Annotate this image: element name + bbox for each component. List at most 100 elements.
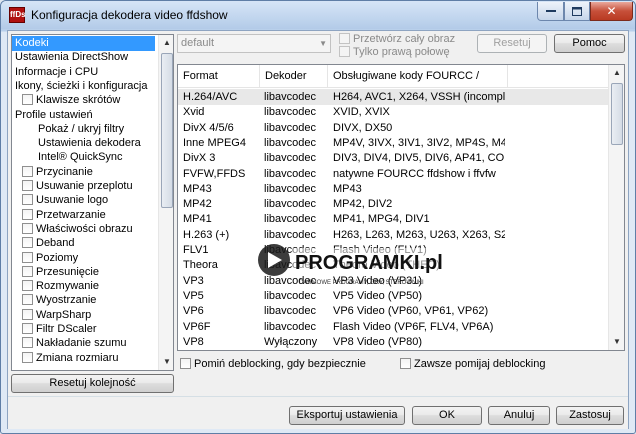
skip-deblock-safe-checkbox[interactable]: Pomiń deblocking, gdy bezpiecznie [180,358,366,371]
checkbox-box[interactable] [22,165,33,177]
scroll-down-icon[interactable]: ▼ [609,334,624,350]
sidebar-item-label: Deband [36,237,75,250]
minimize-button[interactable] [537,2,564,21]
table-row[interactable]: VP6 libavcodec VP6 Video (VP60, VP61, VP62… [178,303,608,319]
scroll-up-icon[interactable]: ▲ [609,65,624,81]
scrollbar-thumb[interactable] [161,53,173,208]
checkbox-box[interactable] [22,222,33,234]
sidebar-item[interactable]: Intel® QuickSync [38,150,123,165]
sidebar-item[interactable]: Poziomy [22,251,78,266]
always-skip-deblock-label: Zawsze pomijaj deblocking [414,358,546,370]
checkbox-box[interactable] [22,280,33,292]
right-half-checkbox[interactable]: Tylko prawą połowę [339,46,450,59]
checkbox-box[interactable] [22,265,33,277]
svg-text:PROGRAMKI.pl: PROGRAMKI.pl [295,252,443,274]
sidebar-item[interactable]: Kodeki [12,36,155,51]
sidebar-item[interactable]: Informacje i CPU [15,65,98,80]
sidebar-item-label: Przetwarzanie [36,208,106,221]
table-row[interactable]: VP5 libavcodec VP5 Video (VP50) [178,288,608,304]
table-row[interactable]: Inne MPEG4 libavcodec MP4V, 3IVX, 3IV1, 3I… [178,135,608,151]
checkbox-box[interactable] [22,308,33,320]
settings-tree[interactable]: ▲ ▼ Kodeki Ustawienia DirectShow Informacj… [11,34,174,371]
format-cell: MP42 [183,198,212,211]
checkbox-box[interactable] [22,237,33,249]
format-cell: FVFW,FFDS [183,167,246,180]
checkbox-box[interactable] [22,351,33,363]
cancel-button[interactable]: Anuluj [488,406,550,425]
table-row[interactable]: VP8 Wyłączony VP8 Video (VP80) [178,334,608,350]
sidebar-item[interactable]: Przetwarzanie [22,208,106,223]
export-settings-button[interactable]: Eksportuj ustawienia [289,406,405,425]
always-skip-deblock-checkbox[interactable]: Zawsze pomijaj deblocking [400,358,545,371]
decoder-cell: libavcodec [264,136,316,149]
title-bar[interactable]: ffDs Konfiguracja dekodera video ffdshow… [1,1,635,29]
apply-button[interactable]: Zastosuj [556,406,624,425]
sidebar-item[interactable]: Właściwości obrazu [22,222,133,237]
format-cell: VP5 [183,289,204,302]
table-row[interactable]: DivX 3 libavcodec DIV3, DIV4, DIV5, DIV6, … [178,150,608,166]
sidebar-item[interactable]: Profile ustawień [15,108,93,123]
sidebar-item-label: Informacje i CPU [15,65,99,78]
table-row[interactable]: H.264/AVC libavcodec H264, AVC1, X264, VSS… [178,89,608,105]
reset-order-button[interactable]: Resetuj kolejność [11,374,174,393]
decoder-cell: libavcodec [264,106,316,119]
reset-button[interactable]: Resetuj [477,34,547,53]
sidebar-item[interactable]: Przesunięcie [22,265,99,280]
sidebar-item[interactable]: Deband [22,236,75,251]
sidebar-item[interactable]: Ustawienia DirectShow [15,50,128,65]
checkbox-box[interactable] [22,180,33,191]
sidebar-item[interactable]: Wyostrzanie [22,293,96,308]
sidebar-item[interactable]: Ikony, ścieżki i konfiguracja [15,79,147,94]
table-scrollbar[interactable]: ▲ ▼ [608,65,624,350]
column-header-fourcc[interactable]: Obsługiwane kody FOURCC / uwagi [328,65,508,105]
decoder-cell: Wyłączony [264,335,318,348]
codec-table[interactable]: Format Dekoder Obsługiwane kody FOURCC /… [177,64,625,351]
scroll-up-icon[interactable]: ▲ [159,35,173,51]
checkbox-box[interactable] [22,323,33,334]
fourcc-cell: MP41, MPG4, DIV1 [333,213,430,226]
tree-scrollbar[interactable]: ▲ ▼ [158,35,173,370]
table-row[interactable]: VP6F libavcodec Flash Video (VP6F, FLV4, V… [178,319,608,335]
decoder-cell: libavcodec [264,305,316,318]
sidebar-item[interactable]: Ustawienia dekodera [38,136,141,151]
sidebar-item[interactable]: Usuwanie logo [22,193,108,208]
checkbox-box[interactable] [22,194,33,206]
checkbox-box[interactable] [22,294,33,306]
sidebar-item[interactable]: Filtr DScaler [22,322,97,337]
sidebar-item[interactable]: WarpSharp [22,308,91,323]
column-header-decoder[interactable]: Dekoder [260,65,328,88]
dialog-client-area: ▲ ▼ Kodeki Ustawienia DirectShow Informacj… [7,30,629,429]
sidebar-item[interactable]: Klawisze skrótów [22,93,120,108]
maximize-button[interactable] [564,2,590,21]
checkbox-box[interactable] [22,251,33,263]
checkbox-box[interactable] [22,337,33,349]
checkbox-box[interactable] [22,208,33,220]
sidebar-item-label: Wyostrzanie [36,294,97,307]
table-row[interactable]: MP41 libavcodec MP41, MPG4, DIV1 [178,211,608,227]
preset-select[interactable]: default ▼ [177,34,331,53]
help-button[interactable]: Pomoc [554,34,625,53]
sidebar-item[interactable]: Zmiana rozmiaru [22,351,119,366]
checkbox-box[interactable] [22,94,33,106]
column-header-format[interactable]: Format [178,65,260,88]
process-whole-checkbox[interactable]: Przetwórz cały obraz [339,33,455,46]
close-button[interactable]: ✕ [590,2,633,21]
format-cell: MP43 [183,182,212,195]
scrollbar-thumb[interactable] [611,83,623,145]
sidebar-item-label: Ikony, ścieżki i konfiguracja [15,79,148,92]
scroll-down-icon[interactable]: ▼ [159,354,173,370]
table-row[interactable]: DivX 4/5/6 libavcodec DIVX, DX50 [178,120,608,136]
sidebar-item[interactable]: Usuwanie przeplotu [22,179,133,194]
ok-button[interactable]: OK [412,406,482,425]
decoder-cell: libavcodec [264,213,316,226]
sidebar-item[interactable]: Pokaż / ukryj filtry [38,122,124,137]
sidebar-item[interactable]: Nakładanie szumu [22,336,127,351]
sidebar-item[interactable]: Rozmywanie [22,279,99,294]
table-row[interactable]: FVFW,FFDS libavcodec natywne FOURCC ffdsho… [178,166,608,182]
table-row[interactable]: MP43 libavcodec MP43 [178,181,608,197]
sidebar-item-label: Poziomy [36,251,79,264]
table-row[interactable]: MP42 libavcodec MP42, DIV2 [178,196,608,212]
sidebar-item[interactable]: Przycinanie [22,165,93,180]
table-row[interactable]: Xvid libavcodec XVID, XVIX [178,104,608,120]
decoder-cell: libavcodec [264,289,316,302]
